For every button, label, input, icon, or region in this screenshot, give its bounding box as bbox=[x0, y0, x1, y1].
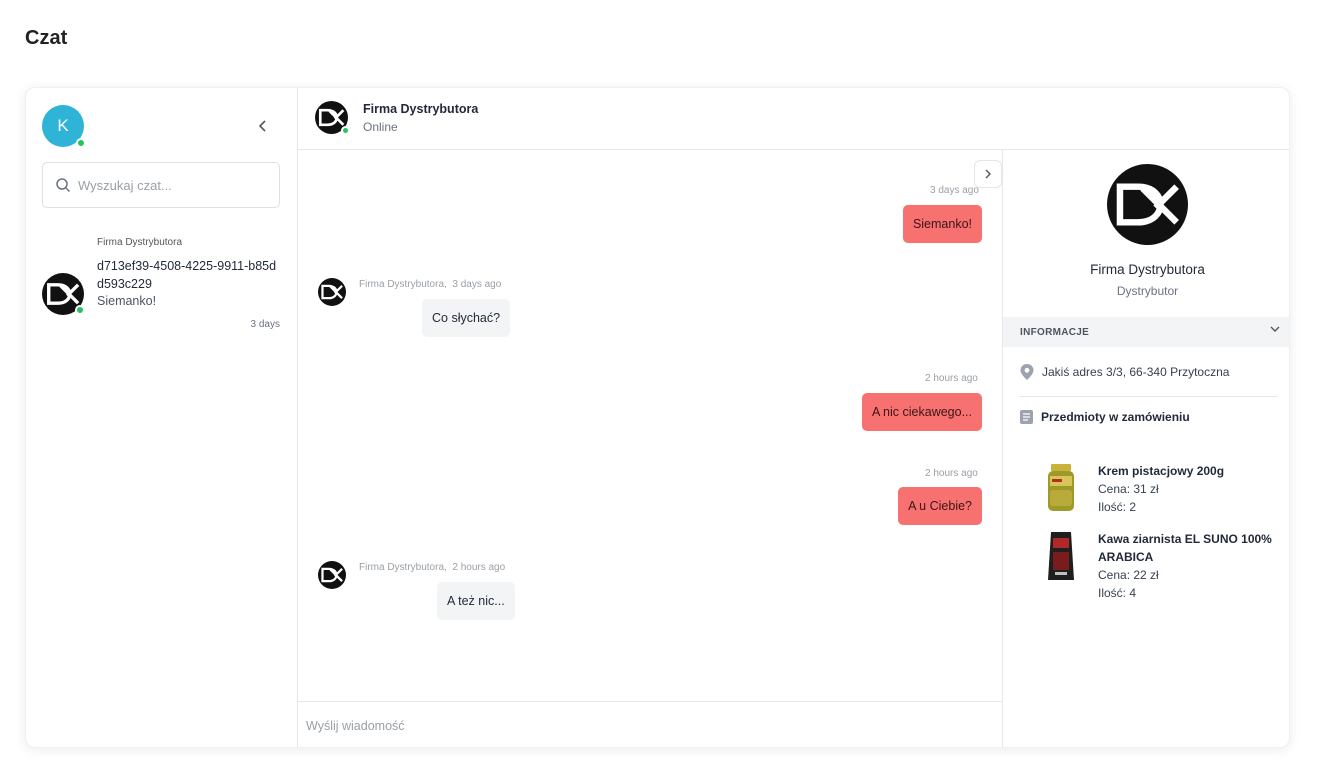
dk-logo bbox=[318, 561, 346, 589]
conversation-id: d713ef39-4508-4225-9911-b85dd593c229 bbox=[97, 259, 277, 291]
conversation-name: Firma Dystrybutora bbox=[97, 237, 183, 248]
product-price: Cena: 22 zł bbox=[1098, 568, 1159, 582]
conversation-item[interactable]: Firma Dystrybutora d713ef39-4508-4225-99… bbox=[26, 228, 298, 338]
chat-card: K Firma Dystrybutora d713ef39-4508-4225-… bbox=[25, 87, 1290, 748]
message-time: 2 hours ago bbox=[925, 373, 978, 384]
message-bubble-outgoing: Siemanko! bbox=[902, 205, 982, 243]
conversation-avatar bbox=[42, 273, 84, 315]
message-time: 2 hours ago bbox=[452, 562, 506, 573]
chat-sidebar: K Firma Dystrybutora d713ef39-4508-4225-… bbox=[26, 88, 298, 747]
message-bubble-outgoing: A u Ciebie? bbox=[898, 487, 982, 525]
chevron-left-icon bbox=[258, 120, 266, 132]
user-initial: K bbox=[57, 116, 69, 135]
dk-logo bbox=[318, 278, 346, 306]
product-info: Krem pistacjowy 200g Cena: 31 zł Ilość: … bbox=[1098, 462, 1278, 516]
search-icon bbox=[56, 178, 71, 193]
message-sender: Firma Dystrybutora, bbox=[359, 279, 447, 290]
location-pin-icon bbox=[1020, 364, 1034, 380]
online-indicator bbox=[75, 305, 85, 315]
message-meta: Firma Dystrybutora, 3 days ago bbox=[359, 279, 501, 290]
page-title: Czat bbox=[25, 27, 68, 49]
divider bbox=[1020, 396, 1278, 397]
address-text: Jakiś adres 3/3, 66-340 Przytoczna bbox=[1042, 365, 1230, 379]
product-price: Cena: 31 zł bbox=[1098, 482, 1159, 496]
message-time: 2 hours ago bbox=[925, 468, 978, 479]
list-icon bbox=[1020, 410, 1033, 424]
info-section-toggle[interactable]: INFORMACJE bbox=[1003, 317, 1289, 347]
product-image-coffee-bag bbox=[1048, 532, 1074, 580]
message-bubble-incoming: Co słychać? bbox=[422, 299, 511, 337]
conversation-last-message: Siemanko! bbox=[97, 294, 157, 308]
order-items-title: Przedmioty w zamówieniu bbox=[1041, 410, 1190, 424]
conversation-time: 3 days bbox=[250, 319, 280, 330]
message-time: 3 days ago bbox=[452, 279, 502, 290]
collapse-sidebar-button[interactable] bbox=[252, 115, 274, 137]
product-info: Kawa ziarnista EL SUNO 100% ARABICA Cena… bbox=[1098, 530, 1278, 602]
info-section-title: INFORMACJE bbox=[1020, 326, 1090, 338]
product-image-pistachio-jar bbox=[1048, 464, 1074, 511]
message-list[interactable]: 3 days ago Siemanko! Firma Dystrybutora,… bbox=[298, 150, 1002, 701]
chevron-down-icon bbox=[1270, 326, 1280, 332]
contact-details-panel: Firma Dystrybutora Dystrybutor INFORMACJ… bbox=[1002, 150, 1289, 747]
details-name: Firma Dystrybutora bbox=[1090, 262, 1205, 277]
online-indicator bbox=[76, 138, 86, 148]
product-name: Kawa ziarnista EL SUNO 100% ARABICA bbox=[1098, 532, 1272, 564]
address-row: Jakiś adres 3/3, 66-340 Przytoczna bbox=[1020, 364, 1229, 380]
details-role: Dystrybutor bbox=[1116, 284, 1179, 298]
message-composer[interactable] bbox=[298, 701, 1002, 747]
message-input[interactable] bbox=[306, 718, 986, 733]
product-name: Krem pistacjowy 200g bbox=[1098, 464, 1225, 478]
message-time: 3 days ago bbox=[930, 185, 979, 196]
chevron-right-icon bbox=[985, 169, 991, 179]
product-quantity: Ilość: 2 bbox=[1098, 500, 1137, 514]
order-items-heading: Przedmioty w zamówieniu bbox=[1020, 410, 1190, 424]
search-input[interactable] bbox=[78, 177, 268, 193]
message-bubble-outgoing: A nic ciekawego... bbox=[861, 393, 982, 431]
search-box[interactable] bbox=[42, 162, 280, 208]
message-bubble-incoming: A też nic... bbox=[437, 582, 515, 620]
message-sender: Firma Dystrybutora, bbox=[359, 562, 447, 573]
user-avatar[interactable]: K bbox=[42, 105, 86, 148]
toggle-details-button[interactable] bbox=[974, 160, 1002, 188]
product-quantity: Ilość: 4 bbox=[1098, 586, 1137, 600]
message-meta: Firma Dystrybutora, 2 hours ago bbox=[359, 562, 505, 573]
dk-logo bbox=[1107, 164, 1188, 245]
chat-main: 3 days ago Siemanko! Firma Dystrybutora,… bbox=[298, 88, 1002, 747]
